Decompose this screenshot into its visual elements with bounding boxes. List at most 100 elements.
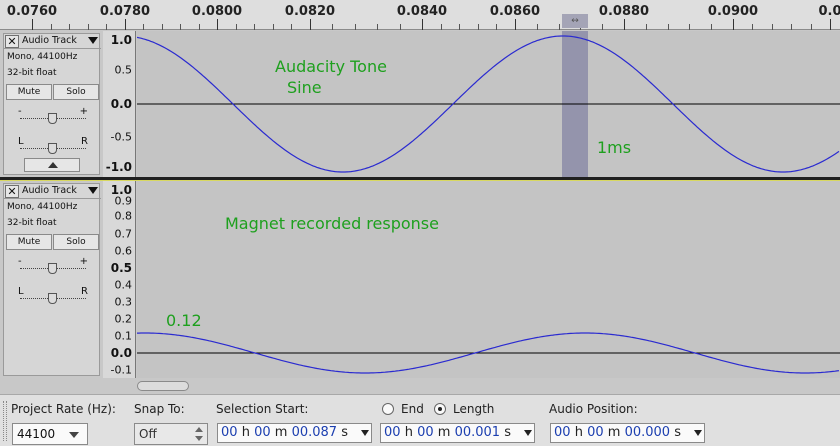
solo-button[interactable]: Solo (53, 84, 99, 100)
pan-left-label: L (18, 286, 24, 297)
ruler-minor-tick (51, 24, 52, 30)
length-radio[interactable] (434, 403, 446, 415)
ruler-minor-tick (646, 24, 647, 30)
track-menu-icon[interactable] (88, 187, 98, 194)
time-minutes: 00 (587, 425, 604, 440)
dropdown-icon (694, 430, 702, 436)
gain-thumb[interactable] (48, 263, 57, 274)
mute-button[interactable]: Mute (6, 234, 52, 250)
gain-minus-label: - (18, 106, 22, 117)
project-rate-combo[interactable]: 44100 (12, 423, 88, 445)
close-icon[interactable]: ✕ (5, 35, 19, 48)
time-hours: 00 (384, 425, 401, 440)
gain-thumb[interactable] (48, 113, 57, 124)
vruler-label: 1.0 (110, 33, 132, 47)
audio-track-tone: ✕ Audio Track Mono, 44100Hz 32-bit float… (0, 31, 840, 177)
vruler-label: -1.0 (105, 160, 132, 174)
ruler-minor-tick (355, 24, 356, 30)
snap-to-value: Off (139, 427, 157, 441)
pan-slider[interactable]: L R (18, 136, 88, 156)
gain-slider[interactable]: - + (18, 106, 88, 126)
end-radio[interactable] (382, 403, 394, 415)
vruler-label: 0.7 (114, 227, 133, 241)
time-seconds: 00.000 (624, 425, 671, 440)
snap-to-select[interactable]: Off (134, 423, 208, 445)
dropdown-icon (361, 430, 369, 436)
ruler-minor-tick (752, 24, 753, 30)
pan-right-label: R (81, 286, 88, 297)
gain-slider[interactable]: - + (18, 256, 88, 276)
ruler-major-tick (32, 19, 33, 30)
track-bitdepth: 32-bit float (7, 218, 57, 228)
audio-track-response: ✕ Audio Track Mono, 44100Hz 32-bit float… (0, 181, 840, 378)
ruler-minor-tick (143, 24, 144, 30)
time-unit: h (574, 425, 583, 440)
selection-start-label: Selection Start: (216, 402, 309, 416)
pan-thumb[interactable] (48, 143, 57, 154)
ruler-minor-tick (711, 24, 712, 30)
annotation-response: Magnet recorded response (225, 214, 439, 233)
track-name-menu[interactable]: Audio Track (22, 185, 77, 196)
waveform-area[interactable]: Magnet recorded response 0.12 (137, 181, 840, 378)
dropdown-icon (524, 430, 532, 436)
timeline-ruler[interactable]: 0.0760 0.0780 0.0800 0.0820 0.0840 0.086… (0, 0, 840, 30)
selection-handle-icon[interactable]: ↔ (562, 14, 588, 28)
gain-minus-label: - (18, 256, 22, 267)
vruler-label: -0.1 (110, 363, 132, 377)
waveform (137, 31, 840, 177)
selection-start-time[interactable]: 00 h 00 m 00.087 s (217, 423, 372, 443)
pan-slider[interactable]: L R (18, 286, 88, 306)
mute-solo-row: Mute Solo (6, 84, 99, 100)
ruler-minor-tick (254, 24, 255, 30)
ruler-minor-tick (377, 24, 378, 30)
ruler-label: 0.0840 (396, 4, 448, 19)
time-seconds: 00.001 (454, 425, 501, 440)
ruler-label: 0.0820 (284, 4, 336, 19)
ruler-label: 0.0880 (598, 4, 650, 19)
time-unit: s (504, 425, 511, 440)
ruler-minor-tick (478, 24, 479, 30)
ruler-label: 0.0800 (191, 4, 243, 19)
time-unit: m (607, 425, 621, 440)
collapse-icon[interactable] (24, 158, 80, 172)
vruler-label: 0.2 (114, 312, 133, 326)
waveform-area[interactable]: Audacity Tone Sine 1ms (137, 31, 840, 177)
ruler-minor-tick (496, 24, 497, 30)
toolbar-grip-icon[interactable] (3, 401, 7, 441)
ruler-minor-tick (199, 24, 200, 30)
audio-position-time[interactable]: 00 h 00 m 00.000 s (550, 423, 705, 443)
selection-length-time[interactable]: 00 h 00 m 00.001 s (380, 423, 535, 443)
amplitude-ruler: 1.0 0.5 0.0 -0.5 -1.0 (103, 31, 136, 177)
close-icon[interactable]: ✕ (5, 185, 19, 198)
gain-plus-label: + (79, 256, 88, 267)
track-format: Mono, 44100Hz (7, 202, 78, 212)
ruler-minor-tick (106, 24, 107, 30)
annotation-tone: Audacity Tone (275, 57, 387, 76)
track-menu-icon[interactable] (88, 37, 98, 44)
solo-button[interactable]: Solo (53, 234, 99, 250)
snap-to-label: Snap To: (134, 402, 185, 416)
ruler-minor-tick (772, 24, 773, 30)
time-hours: 00 (221, 425, 238, 440)
ruler-minor-tick (162, 24, 163, 30)
annotation-1ms: 1ms (597, 138, 632, 157)
ruler-label: 0.0900 (707, 4, 759, 19)
pan-left-label: L (18, 136, 24, 147)
vruler-label: 0.6 (114, 244, 133, 258)
track-name-menu[interactable]: Audio Track (22, 35, 77, 46)
spin-down-icon (195, 436, 203, 441)
ruler-major-tick (624, 19, 625, 30)
ruler-major-tick (515, 19, 516, 30)
scrollbar-thumb[interactable] (137, 381, 189, 391)
horizontal-scrollbar[interactable] (0, 378, 840, 394)
audio-position-label: Audio Position: (549, 402, 638, 416)
spin-up-icon (195, 427, 203, 432)
mute-button[interactable]: Mute (6, 84, 52, 100)
pan-thumb[interactable] (48, 293, 57, 304)
annotation-sine: Sine (287, 78, 322, 97)
track-header: ✕ Audio Track (4, 34, 101, 49)
vruler-label: 0.1 (114, 329, 133, 343)
ruler-minor-tick (88, 24, 89, 30)
vruler-label: 0.0 (110, 346, 132, 360)
ruler-minor-tick (291, 24, 292, 30)
